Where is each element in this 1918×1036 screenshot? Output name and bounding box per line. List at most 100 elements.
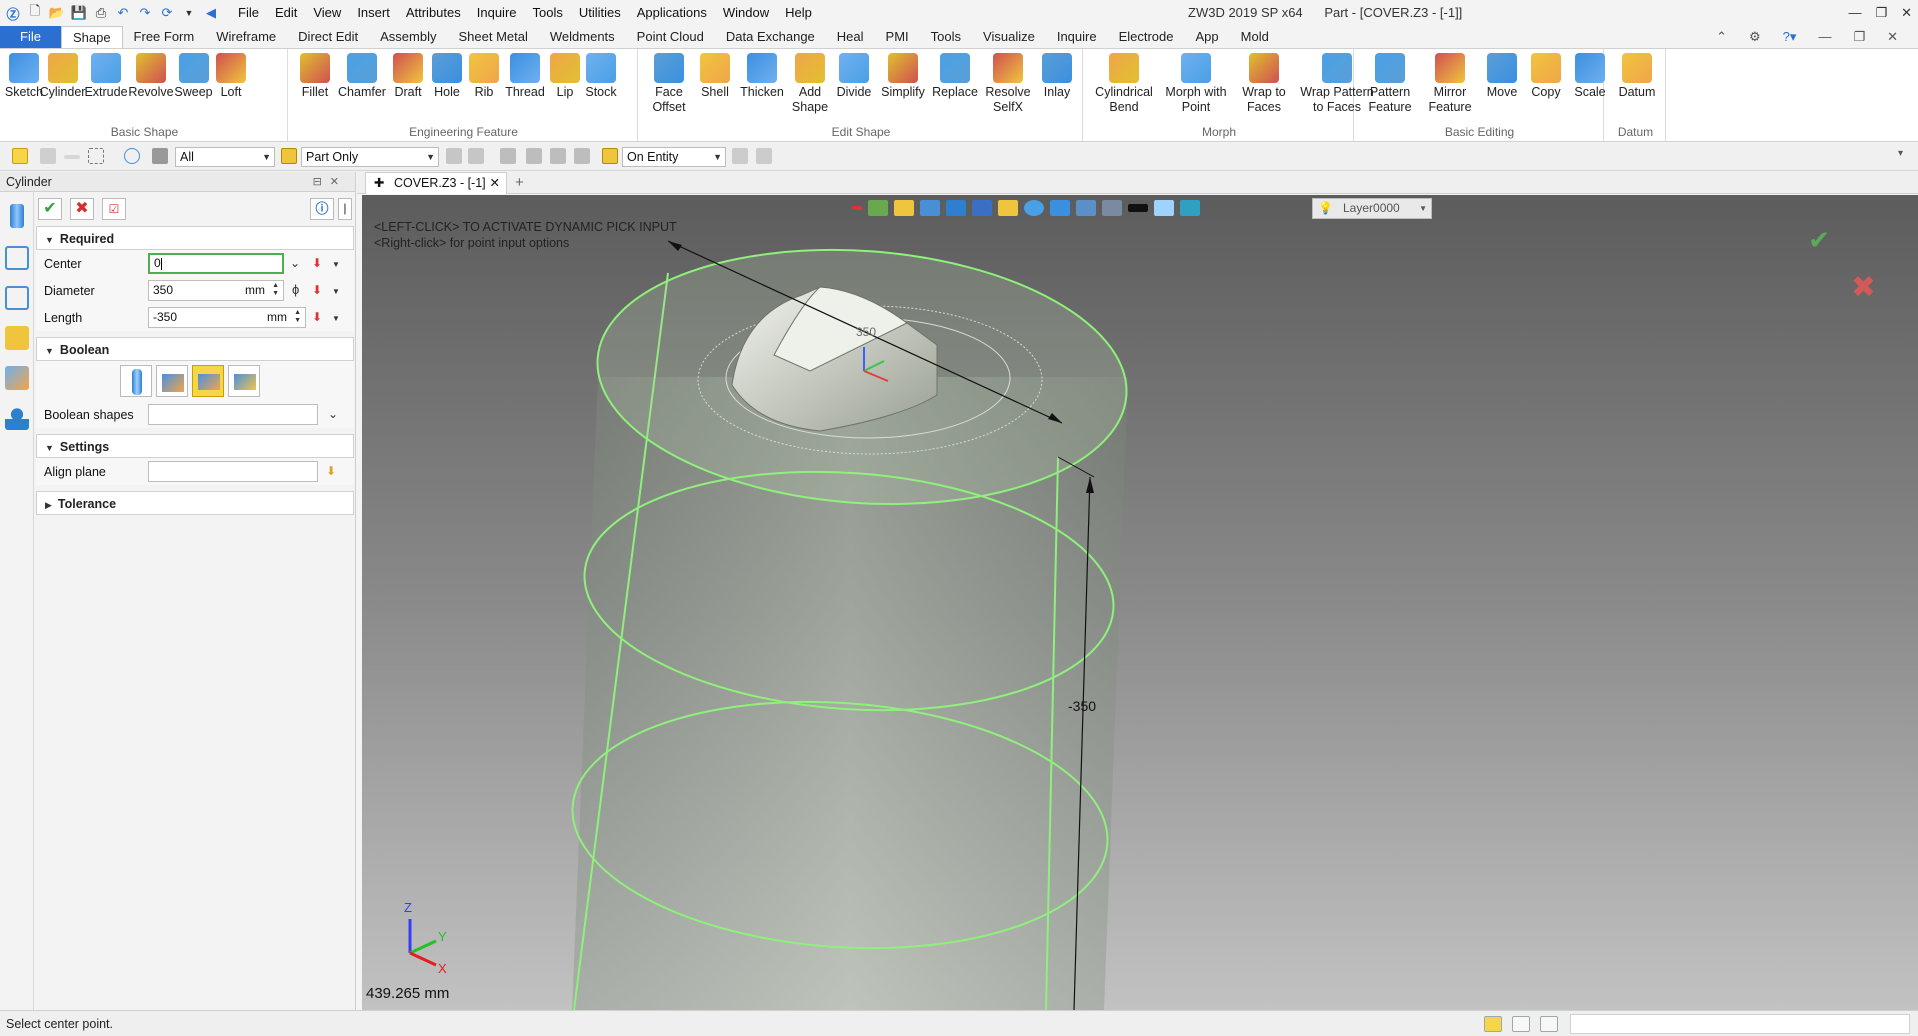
cube-view-icon[interactable] (972, 200, 992, 216)
info-button[interactable]: ⓘ (310, 198, 334, 220)
tab-wireframe[interactable]: Wireframe (205, 26, 287, 48)
part-library-icon[interactable] (5, 326, 29, 350)
diameter-input[interactable]: 350 mm ▲ ▼ (148, 280, 284, 301)
spinner-icon[interactable]: ▲ ▼ (294, 309, 301, 325)
close-icon[interactable]: ✕ (1901, 0, 1912, 26)
shaded-cube-icon[interactable] (998, 200, 1018, 216)
pick-value-icon[interactable]: ⬇ (312, 310, 322, 324)
tab-assembly[interactable]: Assembly (369, 26, 447, 48)
tab-shape[interactable]: Shape (60, 26, 123, 48)
history-tree-icon[interactable] (5, 246, 29, 270)
app-logo-icon[interactable]: Ⓩ (4, 4, 22, 22)
display-icon[interactable] (1102, 200, 1122, 216)
panel-header-controls[interactable]: ⊟✕ (313, 172, 347, 192)
move-button[interactable]: Move (1482, 53, 1522, 100)
menu-file[interactable]: File (230, 0, 267, 26)
tab-pmi[interactable]: PMI (875, 26, 920, 48)
menu-view[interactable]: View (305, 0, 349, 26)
3d-viewport[interactable]: 💡 Layer0000 ▼ <LEFT-CLICK> TO ACTIVATE D… (362, 195, 1918, 1010)
sketch-button[interactable]: Sketch (5, 53, 43, 100)
section-boolean[interactable]: ▼ Boolean (36, 337, 354, 361)
display-mode-icon[interactable] (1484, 1016, 1502, 1032)
expand-icon[interactable]: ⌄ (290, 256, 300, 270)
filter-combo[interactable]: All ▼ (175, 147, 275, 167)
spinner-icon[interactable]: ▲ ▼ (272, 282, 279, 298)
tab-weldments[interactable]: Weldments (539, 26, 626, 48)
menu-help[interactable]: Help (777, 0, 820, 26)
minimize-icon[interactable]: — (1848, 0, 1861, 26)
copy-button[interactable]: Copy (1526, 53, 1566, 100)
zoom-window-icon[interactable] (1050, 200, 1070, 216)
expand-icon[interactable]: ⌄ (328, 407, 338, 421)
section-tolerance[interactable]: ▶ Tolerance (36, 491, 354, 515)
help-icon[interactable]: ?▾ (1783, 26, 1797, 48)
pick-filter-icon-3[interactable] (500, 148, 516, 164)
restore-icon[interactable]: ❐ (1875, 0, 1887, 26)
doc-close-icon[interactable]: ✕ (1887, 26, 1898, 48)
morph-with-point-button[interactable]: Morph with Point (1161, 53, 1231, 115)
boolean-shapes-input[interactable] (148, 404, 318, 425)
assembly-tree-icon[interactable] (5, 286, 29, 310)
boolean-remove-icon[interactable] (192, 365, 224, 397)
tab-tools[interactable]: Tools (920, 26, 972, 48)
menu-edit[interactable]: Edit (267, 0, 305, 26)
align-plane-input[interactable] (148, 461, 318, 482)
visual-styles-icon[interactable] (5, 366, 29, 390)
scope-icon[interactable] (281, 148, 297, 164)
center-input[interactable]: 0 (148, 253, 284, 274)
layer-combo[interactable]: 💡 Layer0000 ▼ (1312, 198, 1432, 219)
shell-button[interactable]: Shell (696, 53, 734, 100)
tab-visualize[interactable]: Visualize (972, 26, 1046, 48)
lip-button[interactable]: Lip (550, 53, 580, 100)
pick-point-icon[interactable]: ⬇ (312, 256, 322, 270)
scope-combo[interactable]: Part Only ▼ (301, 147, 439, 167)
options-dropdown-icon[interactable]: ▼ (332, 314, 340, 323)
view-orient-icon[interactable] (868, 200, 888, 216)
menu-utilities[interactable]: Utilities (571, 0, 629, 26)
options-dropdown-icon[interactable]: ▼ (332, 287, 340, 296)
wrap-to-faces-button[interactable]: Wrap to Faces (1235, 53, 1293, 115)
menu-applications[interactable]: Applications (629, 0, 715, 26)
pick-plane-icon[interactable]: ⬇ (326, 464, 336, 478)
tab-sheet-metal[interactable]: Sheet Metal (448, 26, 539, 48)
doc-tab-close-icon[interactable]: ✕ (490, 173, 500, 193)
pick-filter-icon-4[interactable] (526, 148, 542, 164)
monitor-icon[interactable] (1512, 1016, 1530, 1032)
panel-layout-icon[interactable] (1540, 1016, 1558, 1032)
back-icon[interactable]: ◀ (202, 4, 220, 22)
tab-heal[interactable]: Heal (826, 26, 875, 48)
print-icon[interactable]: ⎙ (92, 4, 110, 22)
tab-point-cloud[interactable]: Point Cloud (626, 26, 715, 48)
command-input[interactable] (1570, 1014, 1910, 1034)
tab-inquire[interactable]: Inquire (1046, 26, 1108, 48)
collapse-ribbon-icon[interactable]: ⌃ (1716, 26, 1727, 48)
sweep-button[interactable]: Sweep (174, 53, 213, 100)
polygon-select-icon[interactable] (124, 148, 140, 164)
menu-inquire[interactable]: Inquire (469, 0, 525, 26)
boolean-add-icon[interactable] (156, 365, 188, 397)
divide-button[interactable]: Divide (834, 53, 874, 100)
rib-button[interactable]: Rib (468, 53, 500, 100)
layer-stack-icon[interactable] (1180, 200, 1200, 216)
sketch-tool-icon[interactable] (894, 200, 914, 216)
scale-button[interactable]: Scale (1570, 53, 1610, 100)
length-input[interactable]: -350 mm ▲ ▼ (148, 307, 306, 328)
thread-button[interactable]: Thread (504, 53, 546, 100)
doc-tab-cover[interactable]: ✚ COVER.Z3 - [-1] ✕ (365, 172, 507, 194)
filter-icon[interactable] (152, 148, 168, 164)
ok-button[interactable]: ✔ (38, 198, 62, 220)
length-dimension-label[interactable]: -350 (1068, 698, 1096, 714)
cross-icon[interactable] (40, 148, 56, 164)
datum-button[interactable]: Datum (1612, 53, 1662, 100)
tab-mold[interactable]: Mold (1230, 26, 1280, 48)
redo-icon[interactable]: ↷ (136, 4, 154, 22)
minus-icon[interactable] (64, 155, 80, 159)
undo-icon[interactable]: ↶ (114, 4, 132, 22)
lightbulb-icon[interactable]: 💡 (1318, 199, 1333, 218)
cylinder-button[interactable]: Cylinder (40, 53, 85, 100)
section-settings[interactable]: ▼ Settings (36, 434, 354, 458)
open-file-icon[interactable]: 📂 (48, 4, 66, 22)
pick-filter-icon-5[interactable] (550, 148, 566, 164)
doc-minimize-icon[interactable]: — (1818, 26, 1831, 48)
snap-icon[interactable] (756, 148, 772, 164)
